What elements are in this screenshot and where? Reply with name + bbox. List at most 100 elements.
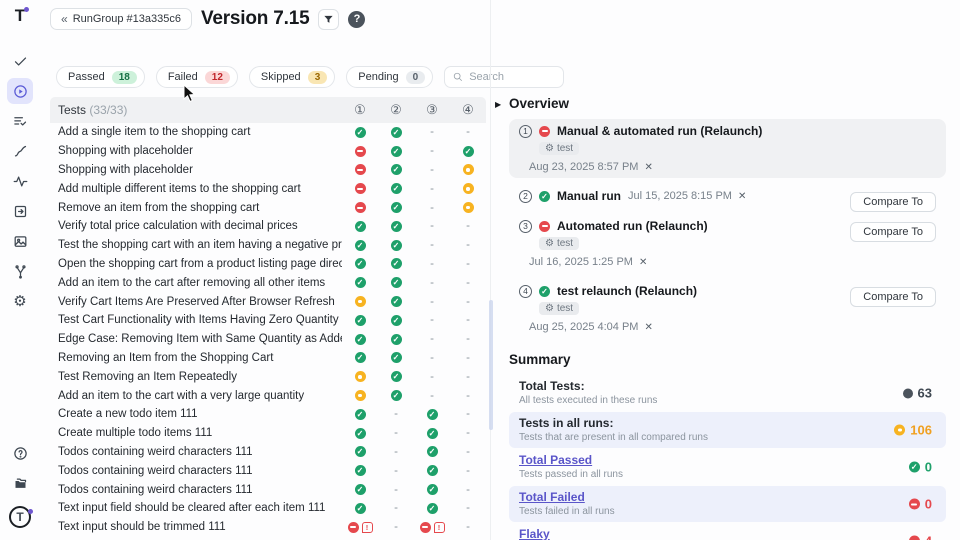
test-status-cell[interactable]: ✓: [378, 164, 414, 175]
run-column-header-3[interactable]: ③: [414, 102, 450, 118]
test-row[interactable]: Verify total price calculation with deci…: [50, 217, 486, 236]
app-logo[interactable]: T: [15, 6, 25, 26]
test-status-cell[interactable]: ✓: [342, 446, 378, 457]
remove-run-icon[interactable]: ✕: [644, 162, 652, 173]
run-column-header-4[interactable]: ④: [450, 102, 486, 118]
test-status-cell[interactable]: -: [414, 145, 450, 157]
sidebar-item-branches[interactable]: [7, 258, 33, 284]
test-row[interactable]: Shopping with placeholder✓-: [50, 161, 486, 180]
test-status-cell[interactable]: -: [450, 277, 486, 289]
filter-button[interactable]: [318, 9, 339, 30]
test-status-cell[interactable]: ✓: [378, 221, 414, 232]
summary-link[interactable]: Total Failed: [519, 490, 850, 504]
test-status-cell[interactable]: ✓: [414, 428, 450, 439]
panel-scrollbar[interactable]: [489, 300, 493, 430]
test-row[interactable]: Todos containing weird characters 111✓-✓…: [50, 461, 486, 480]
test-status-cell[interactable]: -: [450, 390, 486, 402]
sidebar-item-analytics[interactable]: [7, 138, 33, 164]
test-status-cell[interactable]: -: [450, 502, 486, 514]
back-to-rungroup-button[interactable]: « RunGroup #13a335c6: [50, 8, 192, 30]
test-status-cell[interactable]: -: [450, 521, 486, 533]
test-row[interactable]: Removing an Item from the Shopping Cart✓…: [50, 349, 486, 368]
run-tag-chip[interactable]: ⚙test: [539, 142, 579, 155]
test-status-cell[interactable]: -: [450, 371, 486, 383]
comment-icon[interactable]: !: [362, 522, 373, 533]
test-status-cell[interactable]: -: [414, 352, 450, 364]
test-status-cell[interactable]: -: [414, 390, 450, 402]
test-row[interactable]: Verify Cart Items Are Preserved After Br…: [50, 292, 486, 311]
filter-chip-skipped[interactable]: Skipped3: [249, 66, 335, 88]
sidebar-item-projects[interactable]: [7, 470, 33, 496]
test-status-cell[interactable]: -: [450, 314, 486, 326]
test-status-cell[interactable]: ✓: [342, 258, 378, 269]
test-status-cell[interactable]: ✓: [342, 240, 378, 251]
summary-row[interactable]: Total PassedTests passed in all runs✓0: [509, 449, 946, 485]
test-status-cell[interactable]: [342, 146, 378, 157]
filter-chip-passed[interactable]: Passed18: [56, 66, 145, 88]
test-status-cell[interactable]: ✓: [378, 334, 414, 345]
test-status-cell[interactable]: -: [378, 502, 414, 514]
overview-run-item[interactable]: 1Manual & automated run (Relaunch)⚙testA…: [509, 119, 946, 178]
sidebar-item-runs[interactable]: [7, 78, 33, 104]
test-status-cell[interactable]: -: [414, 202, 450, 214]
test-status-cell[interactable]: -: [450, 352, 486, 364]
test-status-cell[interactable]: ✓: [414, 465, 450, 476]
test-status-cell[interactable]: ✓: [342, 409, 378, 420]
test-status-cell[interactable]: -: [450, 239, 486, 251]
test-status-cell[interactable]: -: [414, 371, 450, 383]
test-row[interactable]: Create a new todo item 111✓-✓-: [50, 405, 486, 424]
test-row[interactable]: Open the shopping cart from a product li…: [50, 255, 486, 274]
test-status-cell[interactable]: ✓: [378, 146, 414, 157]
run-tag-chip[interactable]: ⚙test: [539, 237, 579, 250]
test-row[interactable]: Add an item to the cart after removing a…: [50, 273, 486, 292]
test-status-cell[interactable]: -: [414, 258, 450, 270]
summary-link[interactable]: Flaky: [519, 527, 850, 540]
test-status-cell[interactable]: -: [450, 126, 486, 138]
user-avatar[interactable]: T: [7, 504, 33, 530]
test-status-cell[interactable]: -: [450, 296, 486, 308]
test-status-cell[interactable]: ✓: [378, 258, 414, 269]
test-row[interactable]: Todos containing weird characters 111✓-✓…: [50, 480, 486, 499]
test-status-cell[interactable]: -: [414, 333, 450, 345]
test-status-cell[interactable]: ✓: [378, 352, 414, 363]
test-status-cell[interactable]: ✓: [342, 484, 378, 495]
remove-run-icon[interactable]: ✕: [738, 191, 746, 202]
test-status-cell[interactable]: -: [450, 333, 486, 345]
overview-run-item[interactable]: 4✓test relaunch (Relaunch)⚙testAug 25, 2…: [509, 279, 946, 338]
test-status-cell[interactable]: ✓: [342, 334, 378, 345]
test-status-cell[interactable]: -: [378, 484, 414, 496]
test-status-cell[interactable]: !: [414, 522, 450, 533]
test-status-cell[interactable]: !: [342, 522, 378, 533]
sidebar-item-settings[interactable]: ⚙: [7, 288, 33, 314]
test-status-cell[interactable]: -: [450, 465, 486, 477]
test-status-cell[interactable]: ✓: [342, 503, 378, 514]
sidebar-item-plans[interactable]: [7, 108, 33, 134]
test-status-cell[interactable]: -: [414, 239, 450, 251]
test-status-cell[interactable]: -: [378, 446, 414, 458]
test-row[interactable]: Shopping with placeholder✓-✓: [50, 142, 486, 161]
test-status-cell[interactable]: -: [414, 277, 450, 289]
test-row[interactable]: Test Cart Functionality with Items Havin…: [50, 311, 486, 330]
test-status-cell[interactable]: ✓: [414, 503, 450, 514]
test-status-cell[interactable]: ✓: [378, 183, 414, 194]
test-status-cell[interactable]: ✓: [342, 428, 378, 439]
test-status-cell[interactable]: [450, 202, 486, 213]
sidebar-item-help[interactable]: [7, 440, 33, 466]
test-row[interactable]: Add a single item to the shopping cart✓✓…: [50, 123, 486, 142]
sidebar-item-activity[interactable]: [7, 168, 33, 194]
test-status-cell[interactable]: ✓: [378, 240, 414, 251]
test-status-cell[interactable]: -: [378, 408, 414, 420]
sidebar-item-import[interactable]: [7, 198, 33, 224]
test-status-cell[interactable]: [342, 371, 378, 382]
test-status-cell[interactable]: ✓: [342, 221, 378, 232]
compare-to-button[interactable]: Compare To: [850, 192, 936, 212]
test-status-cell[interactable]: -: [414, 296, 450, 308]
test-row[interactable]: Add multiple different items to the shop…: [50, 179, 486, 198]
test-row[interactable]: Text input field should be cleared after…: [50, 499, 486, 518]
test-row[interactable]: Text input should be trimmed 111!-!-: [50, 518, 486, 537]
test-status-cell[interactable]: -: [450, 408, 486, 420]
test-status-cell[interactable]: ✓: [414, 484, 450, 495]
test-status-cell[interactable]: ✓: [342, 465, 378, 476]
test-status-cell[interactable]: [342, 296, 378, 307]
summary-row[interactable]: FlakyUnstable tests that passed or faile…: [509, 523, 946, 540]
